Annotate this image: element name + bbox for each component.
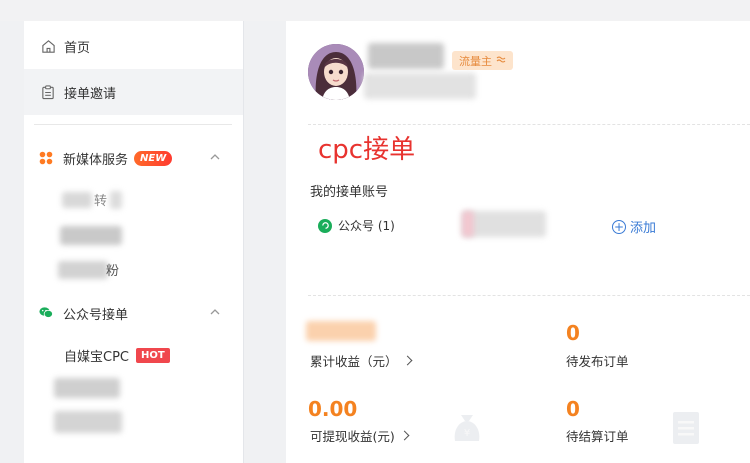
top-bar (0, 0, 750, 21)
sidebar-subitem-zimeibao-cpc[interactable]: 自媒宝CPC HOT (64, 344, 170, 366)
redacted-account-avatar (462, 211, 474, 237)
redacted-account-name (462, 211, 546, 237)
redacted-label (60, 226, 122, 245)
sidebar-item-label: 首页 (64, 40, 91, 56)
wechat-icon (39, 306, 53, 320)
chevron-right-icon (402, 355, 412, 366)
section-divider (308, 295, 750, 296)
new-badge: NEW (134, 150, 173, 166)
main-panel: 流量主 cpc接单 我的接单账号 公众号 (1) + 添加 累计收益（元） 0 … (286, 21, 750, 463)
sidebar-item-order-invites[interactable]: 接单邀请 (24, 69, 243, 115)
sidebar-group-new-media[interactable]: 新媒体服务 NEW (24, 143, 243, 173)
accounts-title: 我的接单账号 (310, 185, 389, 200)
apps-icon (39, 151, 53, 165)
section-divider (308, 124, 750, 125)
page-title: cpc接单 (318, 135, 416, 165)
pending-settlement-label: 待结算订单 (566, 429, 629, 444)
traffic-owner-label: 流量主 (459, 54, 492, 68)
sidebar-divider (34, 124, 232, 125)
money-bag-icon: ¥ (450, 409, 484, 447)
redacted-label (110, 191, 122, 209)
sidebar-group-label: 公众号接单 (63, 307, 129, 323)
add-account-label: 添加 (630, 221, 657, 236)
pending-settlement-value: 0 (566, 397, 580, 421)
stat-label: 累计收益（元） (310, 354, 398, 369)
total-earnings-link[interactable]: 累计收益（元） (310, 351, 412, 370)
redacted-label (54, 411, 122, 433)
redacted-total-earnings (306, 321, 376, 341)
redacted-label (62, 192, 92, 208)
add-account-button[interactable]: + 添加 (612, 217, 656, 236)
home-icon (40, 38, 56, 54)
pending-publish-label: 待发布订单 (566, 354, 629, 369)
account-type-filter[interactable]: 公众号 (1) (318, 217, 395, 234)
redacted-label (58, 261, 108, 279)
stat-label: 可提现收益(元) (310, 429, 395, 444)
sidebar-group-label: 新媒体服务 (63, 152, 129, 168)
account-type-label: 公众号 (1) (338, 219, 395, 233)
wave-icon (496, 54, 506, 67)
chevron-right-icon (399, 430, 410, 441)
sidebar-group-wechat-orders[interactable]: 公众号接单 (24, 298, 243, 328)
sidebar-item-label: 接单邀请 (64, 86, 117, 102)
plus-icon: + (612, 219, 626, 234)
chevron-up-icon (209, 151, 223, 165)
avatar[interactable] (308, 44, 364, 100)
sidebar-subitem-label: 自媒宝CPC (64, 349, 129, 365)
wechat-official-account-icon (318, 218, 332, 233)
redacted-label (54, 378, 120, 398)
hot-badge: HOT (136, 347, 170, 363)
pending-publish-value: 0 (566, 321, 580, 345)
svg-text:¥: ¥ (464, 428, 470, 439)
withdrawable-value: 0.00 (308, 397, 358, 421)
sidebar-item-home[interactable]: 首页 (24, 23, 243, 69)
sidebar-subitem-label: 转 (94, 194, 108, 209)
sidebar: 首页 接单邀请 新媒体服务 NEW 转 粉 公众号接单 自媒宝CPC HOT (24, 21, 244, 463)
chevron-up-icon (209, 306, 223, 320)
sidebar-subitem-label: 粉 (106, 264, 120, 279)
traffic-owner-tag: 流量主 (452, 51, 513, 70)
redacted-username (368, 43, 444, 69)
document-list-icon (672, 411, 700, 449)
redacted-user-id (364, 73, 476, 99)
clipboard-icon (40, 84, 56, 100)
withdrawable-link[interactable]: 可提现收益(元) (310, 426, 410, 445)
